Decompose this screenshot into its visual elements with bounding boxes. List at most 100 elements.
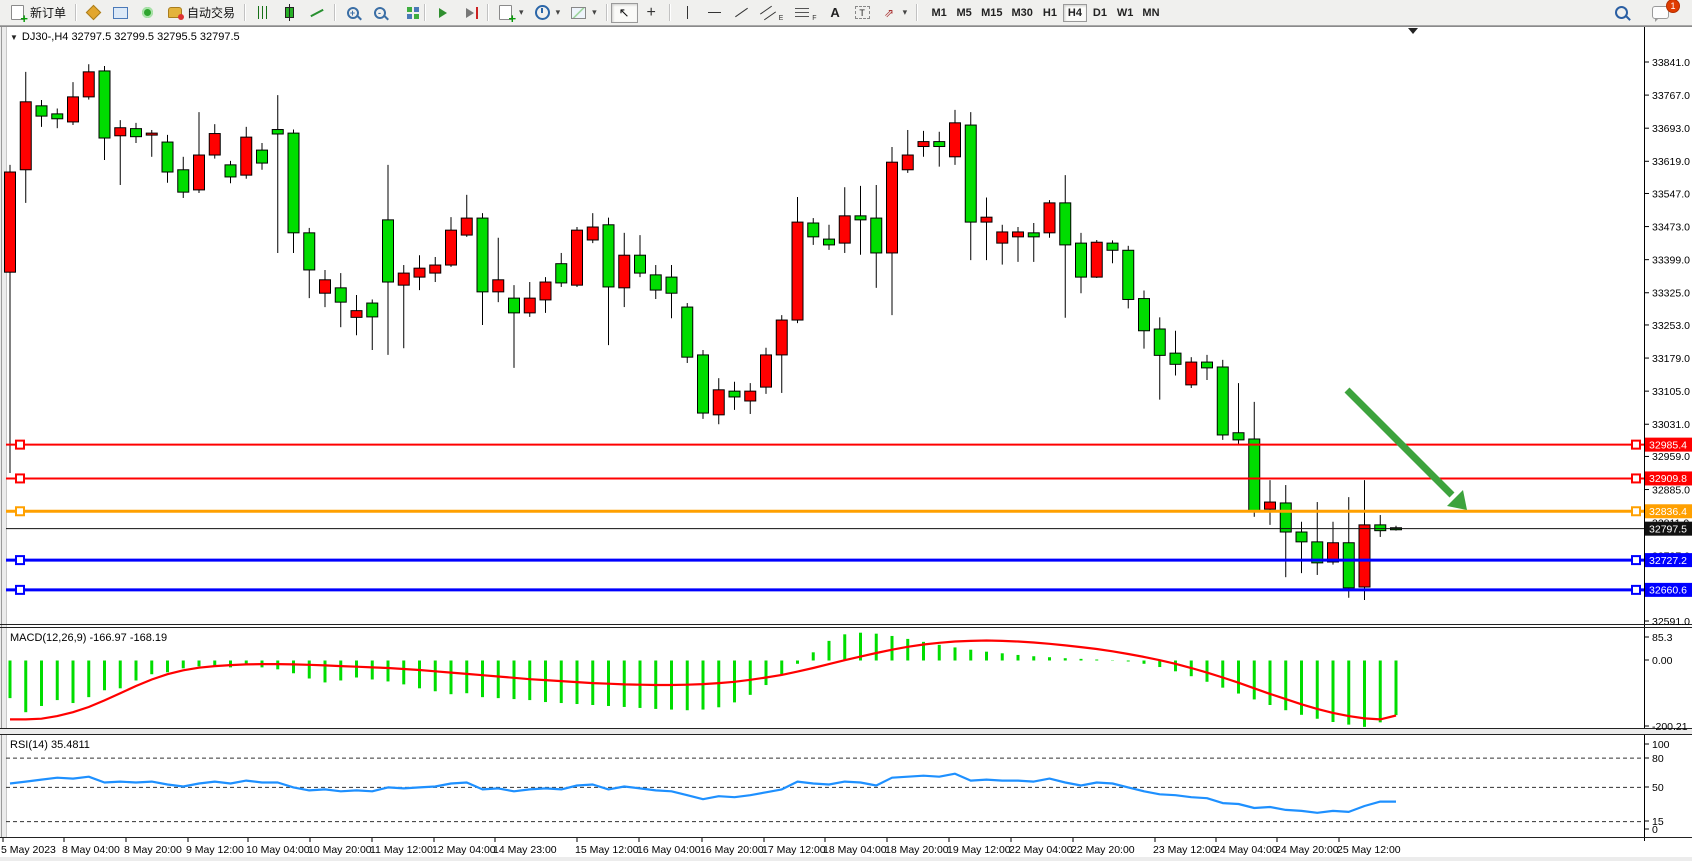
- candle: [162, 142, 173, 172]
- tab-timeframe-w1[interactable]: W1: [1113, 4, 1138, 22]
- tab-timeframe-m5[interactable]: M5: [952, 4, 976, 22]
- line-chart-button[interactable]: [303, 3, 330, 23]
- zoom-out-button[interactable]: -: [366, 3, 393, 23]
- line-handle[interactable]: [16, 586, 24, 594]
- bar-chart-button[interactable]: [249, 3, 276, 23]
- macd-axis-label: -200.21: [1652, 721, 1688, 733]
- candle: [383, 220, 394, 282]
- candlestick-chart-button[interactable]: [276, 3, 303, 23]
- candle: [5, 172, 16, 272]
- arrows-button[interactable]: [876, 3, 913, 23]
- tab-timeframe-mn[interactable]: MN: [1138, 4, 1163, 22]
- candle: [335, 288, 346, 302]
- tab-timeframe-h1[interactable]: H1: [1038, 4, 1062, 22]
- trendline-button[interactable]: [728, 3, 755, 23]
- new-order-button[interactable]: 新订单: [4, 3, 71, 23]
- tab-timeframe-m1[interactable]: M1: [927, 4, 951, 22]
- price-axis-tick-label: 33105.0: [1652, 386, 1690, 398]
- line-handle[interactable]: [1632, 441, 1640, 449]
- candle: [1202, 362, 1213, 368]
- candle: [1249, 439, 1260, 511]
- candle: [446, 230, 457, 265]
- ohlc-bars-icon: [258, 6, 268, 19]
- chart-shift-button[interactable]: [456, 3, 483, 23]
- time-axis-label: 24 May 04:00: [1214, 844, 1278, 856]
- vertical-line-icon: [687, 6, 688, 19]
- candle: [965, 125, 976, 222]
- horizontal-line-button[interactable]: [701, 3, 728, 23]
- candle: [68, 97, 79, 122]
- toolbar: 新订单 自动交易 + - E F A T: [0, 0, 1692, 26]
- tab-timeframe-d1[interactable]: D1: [1088, 4, 1112, 22]
- indicators-button[interactable]: [492, 3, 529, 23]
- notifications-button[interactable]: 1: [1647, 3, 1674, 23]
- time-axis-label: 16 May 04:00: [637, 844, 701, 856]
- macd-indicator-label: MACD(12,26,9) -166.97 -168.19: [10, 632, 167, 644]
- tile-windows-icon: [407, 7, 412, 12]
- line-handle[interactable]: [1632, 474, 1640, 482]
- market-watch-button[interactable]: [80, 3, 107, 23]
- vertical-line-button[interactable]: [674, 3, 701, 23]
- line-handle[interactable]: [1632, 556, 1640, 564]
- candle: [1265, 502, 1276, 509]
- price-tag-label: 32797.5: [1649, 523, 1687, 535]
- line-handle[interactable]: [16, 441, 24, 449]
- time-axis-label: 11 May 12:00: [370, 844, 433, 856]
- line-handle[interactable]: [16, 507, 24, 515]
- fibonacci-icon: [795, 8, 809, 17]
- candle: [509, 298, 520, 313]
- price-axis-tick-label: 33619.0: [1652, 156, 1690, 168]
- toolbar-separator: [75, 4, 76, 21]
- time-axis-label: 19 May 12:00: [947, 844, 1011, 856]
- new-chart-button[interactable]: [107, 3, 134, 23]
- candle: [950, 123, 961, 157]
- templates-button[interactable]: [565, 3, 602, 23]
- fibonacci-button[interactable]: F: [788, 3, 821, 23]
- tile-windows-button[interactable]: [393, 3, 420, 23]
- candle: [1123, 250, 1134, 299]
- candle: [1375, 525, 1386, 531]
- time-axis-label: 9 May 12:00: [186, 844, 244, 856]
- tab-timeframe-h4[interactable]: H4: [1063, 4, 1087, 22]
- autotrading-button[interactable]: 自动交易: [161, 3, 240, 23]
- text-label-button[interactable]: T: [849, 3, 876, 23]
- tab-timeframe-m30[interactable]: M30: [1008, 4, 1037, 22]
- line-handle[interactable]: [1632, 586, 1640, 594]
- toolbar-right-group: 1: [1608, 3, 1674, 23]
- crosshair-button[interactable]: [638, 3, 665, 23]
- line-handle[interactable]: [16, 474, 24, 482]
- tab-timeframe-m15[interactable]: M15: [977, 4, 1006, 22]
- candle: [887, 162, 898, 253]
- candle: [871, 218, 882, 253]
- candle: [1060, 203, 1071, 245]
- periods-button[interactable]: [529, 3, 566, 23]
- price-axis-tick-label: 32885.0: [1652, 484, 1690, 496]
- auto-scroll-button[interactable]: [429, 3, 456, 23]
- toolbar-separator: [606, 4, 607, 21]
- candle: [1091, 242, 1102, 277]
- text-button[interactable]: A: [822, 3, 849, 23]
- line-handle[interactable]: [16, 556, 24, 564]
- candle: [1343, 543, 1354, 588]
- zoom-in-button[interactable]: +: [339, 3, 366, 23]
- candle: [619, 255, 630, 288]
- pane-splitter[interactable]: [0, 729, 1692, 734]
- candle: [178, 170, 189, 192]
- candle: [1076, 243, 1087, 277]
- time-axis-label: 24 May 20:00: [1275, 844, 1339, 856]
- candle: [288, 133, 299, 233]
- signals-button[interactable]: [134, 3, 161, 23]
- search-button[interactable]: [1608, 3, 1635, 23]
- cursor-button[interactable]: [611, 3, 638, 23]
- chart-canvas[interactable]: 33841.033767.033693.033619.033547.033473…: [0, 0, 1692, 861]
- candle: [524, 298, 535, 313]
- timeframe-toolbar: M1M5M15M30H1H4D1W1MN: [927, 4, 1163, 22]
- candle: [855, 216, 866, 220]
- line-handle[interactable]: [1632, 507, 1640, 515]
- template-icon: [571, 7, 586, 19]
- candle: [824, 239, 835, 245]
- channel-button[interactable]: E: [755, 3, 789, 23]
- time-axis-label: 23 May 12:00: [1153, 844, 1217, 856]
- time-axis-label: 18 May 20:00: [885, 844, 949, 856]
- candle: [1170, 353, 1181, 364]
